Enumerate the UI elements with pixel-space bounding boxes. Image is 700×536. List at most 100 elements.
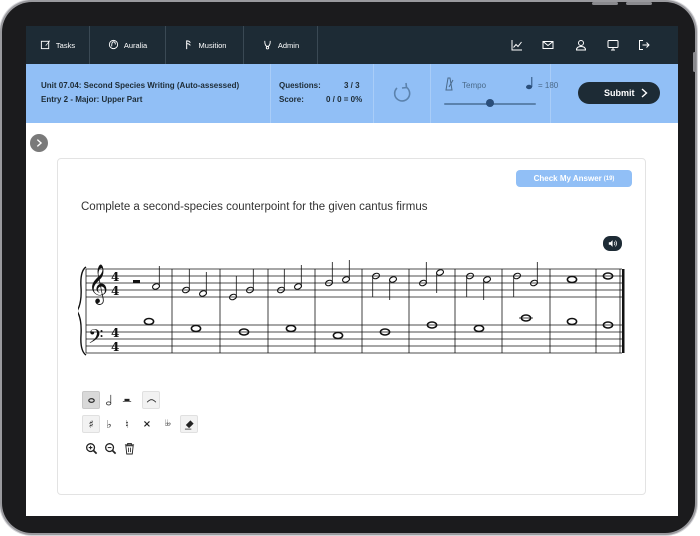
- half-rest: [133, 280, 140, 283]
- metronome-icon[interactable]: [443, 77, 455, 91]
- half-note-icon: [105, 394, 111, 406]
- double-sharp-button[interactable]: ×: [138, 415, 156, 433]
- tie-icon: [146, 398, 156, 403]
- whole-note: [190, 324, 202, 333]
- treble-clef: 𝄞: [88, 264, 108, 305]
- tempo-slider-handle[interactable]: [486, 99, 494, 107]
- score-cell: [271, 64, 374, 123]
- half-note: [151, 266, 161, 290]
- submit-button[interactable]: Submit: [578, 82, 660, 104]
- whole-note: [332, 331, 344, 340]
- final-barline: [622, 269, 625, 353]
- cantus-firmus: [143, 314, 614, 340]
- staff-brace: [78, 266, 87, 356]
- tie-button[interactable]: [142, 391, 160, 409]
- zoom-out-button[interactable]: [101, 439, 119, 457]
- speaker-icon: [608, 240, 617, 247]
- half-note: [435, 269, 445, 293]
- bass-clef: 𝄢: [88, 325, 103, 353]
- zoom-in-icon: [85, 442, 97, 454]
- sharp-icon: ♯: [88, 417, 94, 431]
- tab-musition[interactable]: Musition: [166, 26, 244, 64]
- task-info-bar: Unit 07.04: Second Species Writing (Auto…: [26, 64, 678, 123]
- tab-auralia[interactable]: Auralia: [90, 26, 166, 64]
- double-flat-button[interactable]: ♭♭: [158, 415, 176, 433]
- natural-button[interactable]: ♮: [118, 415, 136, 433]
- task-info-cell: [26, 64, 271, 123]
- play-sound-button[interactable]: [603, 236, 622, 251]
- zoom-out-icon: [104, 442, 116, 454]
- whole-rest-icon: [122, 398, 132, 402]
- time-sig-top: 4: [111, 270, 119, 284]
- edit-icon: [40, 39, 51, 52]
- monitor-icon[interactable]: [606, 38, 620, 52]
- logout-icon[interactable]: [637, 38, 651, 52]
- delete-button[interactable]: [120, 439, 138, 457]
- whole-note: [143, 317, 155, 326]
- whole-note: [285, 324, 297, 333]
- score-value: 0 / 0 = 0%: [326, 95, 363, 104]
- tablet-frame: Tasks Auralia Musition Admin Unit 07.04:…: [2, 2, 696, 533]
- time-sig-bottom: 4: [111, 340, 119, 354]
- half-note-button[interactable]: [100, 391, 118, 409]
- whole-note: [566, 275, 578, 284]
- eraser-icon: [184, 419, 194, 429]
- tab-label: Admin: [277, 40, 300, 50]
- exercise-card: Check My Answer (19) Complete a second-s…: [57, 158, 646, 495]
- double-flat-icon: ♭♭: [164, 419, 171, 429]
- submit-label: Submit: [604, 88, 635, 98]
- task-subtitle: Entry 2 - Major: Upper Part: [41, 95, 143, 104]
- eraser-button[interactable]: [180, 415, 198, 433]
- natural-icon: ♮: [125, 417, 129, 431]
- auralia-logo-icon: [108, 39, 119, 52]
- tempo-cell: [431, 64, 551, 123]
- admin-icon: [262, 39, 273, 52]
- screen: Tasks Auralia Musition Admin Unit 07.04:…: [26, 26, 678, 516]
- time-sig-top: 4: [111, 326, 119, 340]
- check-answer-button[interactable]: Check My Answer (19): [516, 170, 632, 187]
- flat-button[interactable]: ♭: [100, 415, 118, 433]
- whole-note: [566, 317, 578, 326]
- tab-label: Tasks: [55, 40, 76, 50]
- instruction-text: Complete a second-species counterpoint f…: [81, 201, 428, 213]
- retry-icon[interactable]: [391, 82, 413, 104]
- check-answer-label: Check My Answer: [533, 174, 602, 183]
- score-label: Score:: [279, 95, 304, 104]
- quarter-note-icon: [525, 76, 535, 90]
- music-score[interactable]: 𝄞 𝄢 4 4 4 4: [78, 259, 630, 363]
- barlines: [171, 269, 621, 353]
- tab-label: Musition: [198, 40, 227, 50]
- half-note: [341, 260, 351, 283]
- whole-note-icon: [87, 397, 95, 403]
- tempo-label: Tempo: [462, 81, 487, 90]
- volume-button: [592, 2, 618, 5]
- whole-note-button[interactable]: [82, 391, 100, 409]
- task-title: Unit 07.04: Second Species Writing (Auto…: [41, 81, 240, 90]
- tab-label: Auralia: [123, 40, 148, 50]
- flat-icon: ♭: [106, 417, 112, 431]
- volume-button: [626, 2, 652, 5]
- chart-icon[interactable]: [510, 38, 524, 52]
- zoom-in-button[interactable]: [82, 439, 100, 457]
- trash-icon: [124, 442, 134, 454]
- mail-icon[interactable]: [541, 38, 555, 52]
- expand-sidebar-button[interactable]: [30, 134, 48, 152]
- tab-admin[interactable]: Admin: [244, 26, 318, 64]
- power-button: [693, 52, 696, 72]
- musition-logo-icon: [183, 39, 194, 52]
- whole-note: [473, 324, 485, 333]
- chevron-right-icon: [36, 139, 43, 147]
- chevron-right-icon: [641, 88, 648, 98]
- top-nav: Tasks Auralia Musition Admin: [26, 26, 678, 64]
- rest-button[interactable]: [118, 391, 136, 409]
- questions-label: Questions:: [279, 81, 321, 90]
- double-sharp-icon: ×: [142, 418, 152, 430]
- check-answer-count: (19): [603, 175, 615, 182]
- treble-staff: [86, 268, 622, 298]
- user-icon[interactable]: [574, 38, 588, 52]
- sharp-button[interactable]: ♯: [82, 415, 100, 433]
- time-sig-bottom: 4: [111, 284, 119, 298]
- half-note: [388, 276, 398, 300]
- half-note: [482, 276, 492, 300]
- tab-tasks[interactable]: Tasks: [26, 26, 90, 64]
